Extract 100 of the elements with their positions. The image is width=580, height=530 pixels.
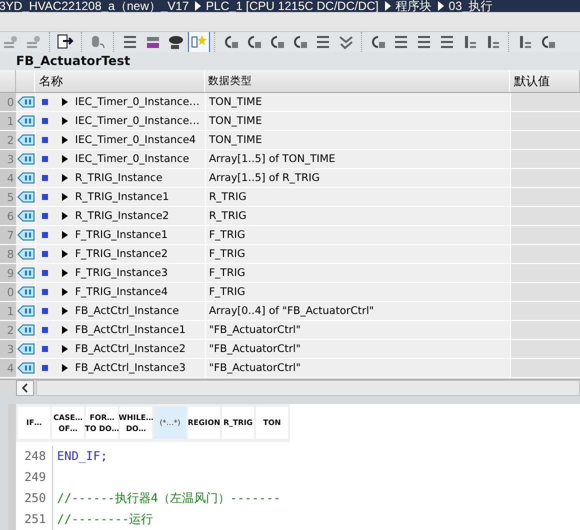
table-cell (511, 92, 580, 111)
gear-icon (25, 34, 43, 50)
square-icon (42, 156, 48, 162)
expand-icon[interactable] (61, 174, 69, 182)
block-title: FB_ActuatorTest (0, 52, 580, 70)
breadcrumb-item[interactable]: 03_执行 (448, 0, 493, 12)
table-cell (511, 188, 580, 206)
expand-icon[interactable] (61, 116, 69, 125)
row-number: 0 (0, 282, 16, 301)
table-cell: F_TRIG_Instance2 (75, 248, 168, 260)
table-cell (511, 150, 580, 168)
square-icon (42, 308, 48, 314)
square-icon (42, 212, 48, 219)
expand-icon[interactable] (61, 326, 69, 334)
expand-icon[interactable] (61, 212, 69, 220)
square-icon (42, 288, 48, 295)
square-icon (42, 326, 48, 333)
expand-icon[interactable] (61, 364, 69, 372)
square-icon (42, 118, 48, 124)
expand-icon[interactable] (61, 268, 69, 277)
chevron-icon (384, 1, 391, 12)
column-header[interactable]: 数据类型 (205, 70, 510, 92)
line-number: 250 (23, 491, 46, 506)
expand-icon[interactable] (61, 306, 69, 315)
expand-icon[interactable] (61, 154, 69, 163)
expand-icon[interactable] (61, 288, 69, 296)
table-cell (511, 244, 580, 263)
row-number: 1 (0, 112, 16, 130)
line-number: 249 (23, 470, 46, 484)
square-icon (42, 232, 48, 238)
table-cell: F_TRIG_Instance3 (75, 266, 168, 279)
row-number: 3 (0, 340, 16, 358)
square-icon (42, 250, 48, 257)
cylinder-icon (89, 34, 107, 50)
table-cell: FB_ActCtrl_Instance2 (75, 342, 186, 355)
line-number: 251 (23, 512, 46, 526)
row-number: 4 (0, 358, 16, 377)
gear-icon (2, 34, 20, 50)
row-number: 0 (0, 92, 16, 111)
table-cell: FB_ActCtrl_Instance3 (75, 362, 186, 374)
table-cell (511, 206, 580, 225)
chevron-left-icon (22, 382, 28, 393)
row-number: 8 (0, 244, 16, 263)
expand-icon[interactable] (61, 250, 69, 258)
table-cell (511, 168, 580, 187)
table-cell (511, 320, 580, 339)
square-icon (42, 98, 48, 105)
export-icon (57, 34, 75, 50)
row-number: 5 (0, 188, 16, 206)
breadcrumb-item[interactable]: PLC_1 [CPU 1215C DC/DC/DC] (206, 0, 379, 12)
table-cell: FB_ActCtrl_Instance (75, 304, 179, 317)
table-cell (511, 264, 580, 282)
expand-icon[interactable] (61, 98, 69, 106)
square-icon (42, 136, 48, 143)
code-line: //--------运行 (57, 510, 154, 528)
row-number: 2 (0, 130, 16, 149)
lines-icon (121, 34, 139, 50)
square-icon (42, 174, 48, 181)
row-number: 4 (0, 168, 16, 187)
column-header[interactable]: 默认值 (510, 70, 580, 92)
code-line: END_IF; (57, 449, 108, 464)
table-cell (511, 226, 580, 244)
chevron-icon (438, 1, 444, 12)
square-icon (42, 346, 48, 352)
table-cell: IEC_Timer_0_Instance… (75, 96, 200, 108)
chevron-icon (194, 1, 201, 12)
table-cell (511, 340, 580, 358)
line-number: 248 (23, 449, 46, 464)
row-number: 1 (0, 302, 16, 320)
scroll-left-button[interactable] (16, 380, 34, 396)
square-icon (42, 194, 48, 200)
table-cell (511, 282, 580, 301)
table-cell (511, 112, 580, 130)
row-number: 7 (0, 226, 16, 244)
row-number: 3 (0, 150, 16, 168)
column-header[interactable]: 名称 (35, 70, 205, 92)
table-cell: F_TRIG_Instance1 (75, 228, 168, 241)
expand-icon[interactable] (61, 344, 69, 353)
table-cell: F_TRIG_Instance4 (75, 286, 168, 298)
row-number: 6 (0, 206, 16, 225)
row-number: 2 (0, 320, 16, 339)
code-line: //------执行器4（左温风门）------- (57, 490, 281, 507)
table-cell: IEC_Timer_0_Instance (75, 152, 190, 165)
square-icon (42, 364, 48, 371)
expand-icon[interactable] (61, 136, 69, 144)
lines-icon (314, 34, 332, 50)
table-cell (511, 302, 580, 320)
row-number: 9 (0, 264, 16, 282)
square-icon (42, 270, 48, 276)
table-cell: IEC_Timer_0_Instance4 (75, 134, 196, 146)
star-icon (190, 34, 208, 50)
table-cell: R_TRIG_Instance (75, 172, 162, 184)
table-cell: IEC_Timer_0_Instance… (75, 114, 200, 127)
expand-icon[interactable] (61, 192, 69, 201)
table-cell (511, 130, 580, 149)
table-cell: FB_ActCtrl_Instance1 (75, 324, 186, 336)
bubble-icon (167, 34, 185, 50)
expand-icon[interactable] (61, 230, 69, 239)
table-cell: R_TRIG_Instance1 (75, 190, 170, 203)
table-cell: R_TRIG_Instance2 (75, 210, 170, 222)
